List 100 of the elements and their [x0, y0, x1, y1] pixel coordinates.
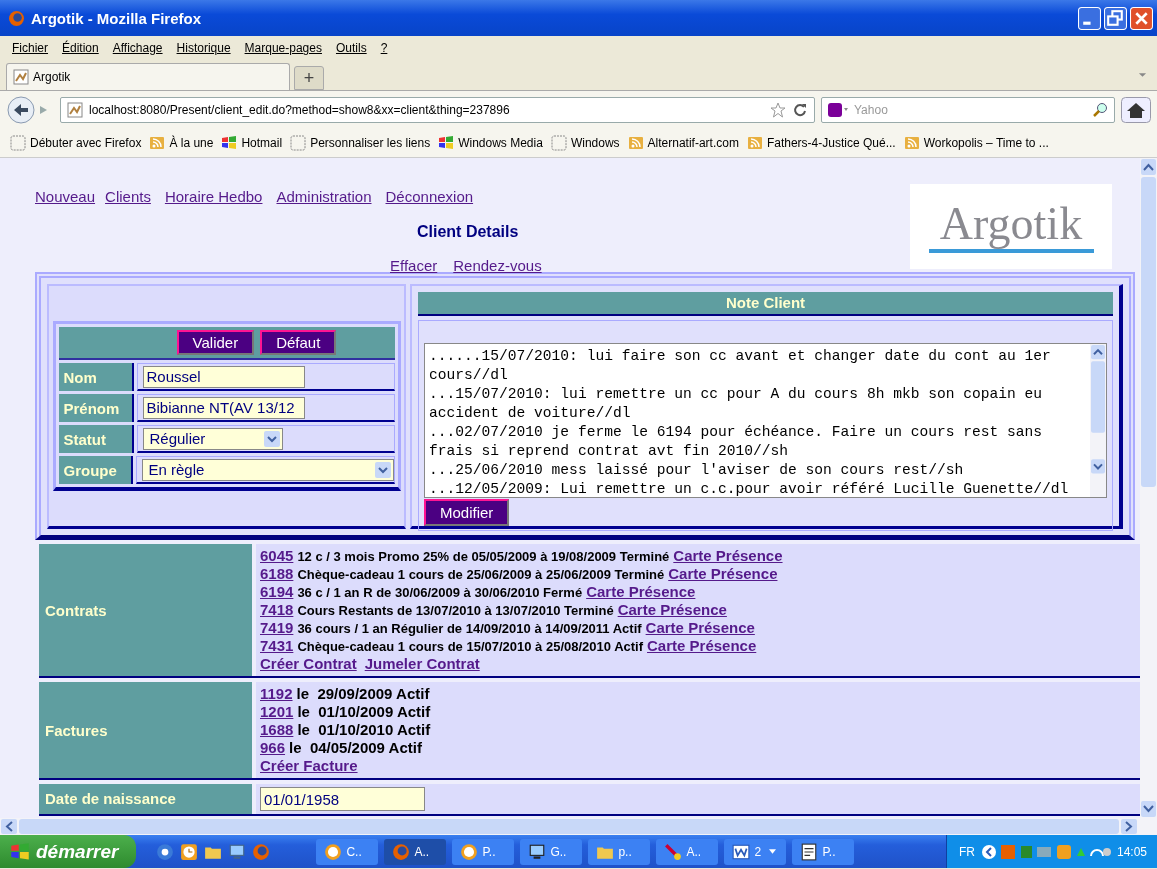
select-field[interactable]: Régulier: [142, 427, 283, 450]
feed-folder-icon: [746, 134, 763, 151]
star-icon[interactable]: [770, 101, 786, 118]
invoice-description: le 04/05/2009 Actif: [289, 739, 422, 756]
bookmark-item[interactable]: Windows: [550, 134, 620, 151]
field-label: Prénom: [58, 394, 134, 422]
windows-flag-icon: [221, 134, 238, 151]
clock-icon[interactable]: [180, 842, 199, 861]
menu-item[interactable]: Édition: [62, 41, 99, 55]
modify-button[interactable]: Modifier: [424, 499, 510, 526]
presence-card-link[interactable]: Carte Présence: [668, 565, 778, 582]
search-icon[interactable]: [1092, 101, 1108, 118]
contract-description: 12 c / 3 mois Promo 25% de 05/05/2009 à 19/08/2009 Terminé: [297, 549, 670, 564]
taskbar-button[interactable]: P..: [452, 838, 515, 865]
create-invoice-link[interactable]: Créer Facture: [260, 757, 358, 774]
contract-description: 36 cours / 1 an Régulier de 14/09/2010 à 14/09/2011 Actif: [297, 621, 642, 636]
taskbar-button[interactable]: A..: [384, 838, 447, 865]
invoice-link[interactable]: 1688: [260, 721, 294, 738]
taskbar-button[interactable]: P..: [792, 838, 855, 865]
taskbar-button[interactable]: 2: [724, 838, 787, 865]
bookmark-item[interactable]: À la une: [149, 134, 214, 151]
date-field[interactable]: 01/01/1958: [260, 787, 425, 811]
contract-description: Cours Restants de 13/07/2010 à 13/07/2010 Terminé: [297, 603, 614, 618]
close-button[interactable]: [1130, 6, 1153, 30]
tool-icon: [664, 842, 683, 861]
feed-folder-icon: [627, 134, 644, 151]
browser-icon[interactable]: [156, 842, 175, 861]
contract-link[interactable]: 7418: [260, 601, 294, 618]
scrollbar[interactable]: [1090, 344, 1106, 497]
maximize-button[interactable]: [1104, 6, 1127, 30]
search-engine-icon[interactable]: [828, 102, 848, 117]
bookmark-item[interactable]: Alternatif-art.com: [627, 134, 739, 151]
nav-link[interactable]: Clients: [105, 188, 151, 205]
invoice-link[interactable]: 1201: [260, 703, 294, 720]
nav-link[interactable]: Nouveau: [35, 188, 96, 205]
taskbar-button[interactable]: A..: [656, 838, 719, 865]
taskbar-button[interactable]: C..: [316, 838, 379, 865]
computer-icon[interactable]: [228, 842, 247, 861]
blank-page-icon: [290, 134, 307, 151]
page-title: Client Details: [417, 223, 520, 241]
browser-tab[interactable]: Argotik: [6, 63, 290, 90]
presence-card-link[interactable]: Carte Présence: [617, 601, 727, 618]
horizontal-scrollbar[interactable]: [0, 818, 1157, 835]
contract-link[interactable]: 7419: [260, 619, 294, 636]
reload-icon[interactable]: [792, 101, 808, 118]
tab-list-icon[interactable]: [1138, 72, 1147, 78]
logo: Argotik: [910, 184, 1112, 269]
form-button[interactable]: Défaut: [260, 330, 337, 355]
taskbar-button[interactable]: p..: [588, 838, 651, 865]
presence-card-link[interactable]: Carte Présence: [673, 547, 783, 564]
menu-item[interactable]: ?: [380, 41, 388, 55]
caret-icon: [769, 849, 777, 854]
new-tab-button[interactable]: +: [294, 66, 324, 90]
home-icon[interactable]: [1121, 96, 1151, 123]
select-field[interactable]: En règle: [141, 458, 394, 481]
computer-icon: [528, 842, 547, 861]
invoice-link[interactable]: 1192: [260, 685, 293, 702]
contract-description: 36 c / 1 an R de 30/06/2009 à 30/06/2010 Fermé: [297, 585, 583, 600]
contract-link[interactable]: 6194: [260, 583, 294, 600]
nav-link[interactable]: Déconnexion: [385, 188, 474, 205]
tray-icons-drawing[interactable]: [980, 843, 1111, 860]
menu-item[interactable]: Marque-pages: [244, 41, 322, 55]
feed-folder-icon: [149, 134, 166, 151]
row-label: Contrats: [39, 544, 252, 676]
bookmark-item[interactable]: Workopolis – Time to ...: [903, 134, 1049, 151]
contract-link[interactable]: 6045: [260, 547, 294, 564]
text-field[interactable]: Roussel: [142, 365, 305, 388]
bookmark-item[interactable]: Hotmail: [221, 134, 283, 151]
action-link[interactable]: Effacer: [390, 257, 438, 274]
address-bar[interactable]: localhost:8080/Present/client_edit.do?method=show8&xx=client&thing=237896: [60, 96, 815, 123]
contract-action-link[interactable]: Jumeler Contrat: [364, 655, 480, 672]
contract-link[interactable]: 7431: [260, 637, 294, 654]
nav-link[interactable]: Administration: [276, 188, 372, 205]
menu-item[interactable]: Outils: [335, 41, 367, 55]
presence-card-link[interactable]: Carte Présence: [586, 583, 696, 600]
action-link[interactable]: Rendez-vous: [453, 257, 542, 274]
note-textarea[interactable]: ......15/07/2010: lui faire son cc avant et changer date du cont au 1er cours//dl ...15/07/2010: lui remettre un cc pour A du cours 8h mkb son copain eu accident de voiture//dl ...02/07/2010 je ferme le 6194 pour échéance. Faire un cours rest sans frais si reprend contrat avt fin 2010//sh ...25/06/2010 mess laissé pour l'aviser de son cours rest//sh ...12/05/2009: Lui remettre un c.c.pour avoir référé Lucille Guenette//dl: [424, 343, 1107, 498]
invoice-link[interactable]: 966: [260, 739, 286, 756]
presence-card-link[interactable]: Carte Présence: [645, 619, 755, 636]
minimize-button[interactable]: [1078, 6, 1101, 30]
menu-item[interactable]: Historique: [176, 41, 231, 55]
bookmark-item[interactable]: Windows Media: [438, 134, 543, 151]
vertical-scrollbar[interactable]: [1140, 158, 1157, 818]
section-header: Note Client: [418, 292, 1113, 316]
menu-item[interactable]: Affichage: [112, 41, 163, 55]
nav-link[interactable]: Horaire Hedbo: [164, 188, 263, 205]
invoice-description: le 01/10/2010 Actif: [297, 721, 431, 738]
bookmark-item[interactable]: Débuter avec Firefox: [10, 134, 142, 151]
bookmark-item[interactable]: Fathers-4-Justice Qué...: [746, 134, 896, 151]
page-icon: [67, 101, 83, 118]
bookmark-item[interactable]: Personnaliser les liens: [290, 134, 431, 151]
form-button[interactable]: Valider: [176, 330, 255, 355]
text-field[interactable]: Bibianne NT(AV 13/12: [142, 396, 305, 419]
blank-page-icon: [550, 134, 567, 151]
field-label: Groupe: [58, 456, 133, 484]
taskbar-button[interactable]: G..: [520, 838, 583, 865]
presence-card-link[interactable]: Carte Présence: [647, 637, 757, 654]
contract-link[interactable]: 6188: [260, 565, 294, 582]
contract-action-link[interactable]: Créer Contrat: [260, 655, 357, 672]
menu-item[interactable]: Fichier: [12, 41, 48, 55]
